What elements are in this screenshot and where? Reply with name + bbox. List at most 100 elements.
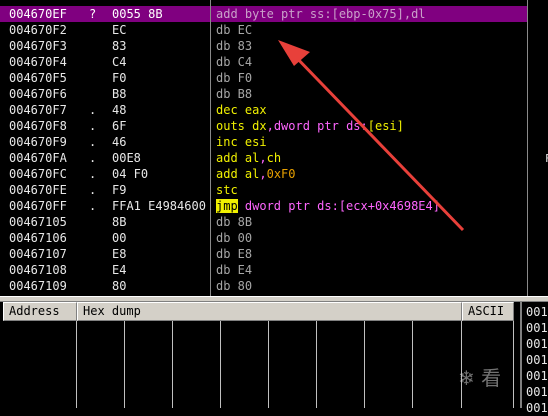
disasm-row[interactable]: 004670F3 83 db 83 xyxy=(0,38,527,54)
disasm-instruction: db F0 xyxy=(216,70,524,86)
hex-dump-pane[interactable]: Address Hex dump ASCII xyxy=(0,302,520,408)
disasm-row[interactable]: 004670F4 C4 db C4 xyxy=(0,54,527,70)
stack-address[interactable]: 001 xyxy=(526,336,548,352)
disasm-hex-bytes: C4 xyxy=(112,55,127,69)
disasm-hex-bytes: EC xyxy=(112,23,127,37)
disasm-instruction: add al,0xF0 xyxy=(216,166,524,182)
stack-address[interactable]: 001 xyxy=(526,352,548,368)
registers-pane-edge[interactable]: 1F xyxy=(527,0,548,296)
disasm-hex-bytes: 46 xyxy=(112,135,127,149)
ascii-column-header[interactable]: ASCII xyxy=(462,302,514,321)
disasm-row[interactable]: 004670F9. 46 inc esi xyxy=(0,134,527,150)
disasm-row[interactable]: 00467105 8B db 8B xyxy=(0,214,527,230)
disasm-marker xyxy=(89,86,103,102)
disasm-marker: ? xyxy=(89,7,97,21)
disasm-row[interactable]: 004670FC. 04 F0 add al,0xF0 xyxy=(0,166,527,182)
disasm-marker xyxy=(89,230,103,246)
disasm-hex-bytes: 00 xyxy=(112,231,127,245)
disasm-hex-bytes: E4 xyxy=(112,263,127,277)
disasm-hex-bytes: 0055 8B xyxy=(112,7,163,21)
disasm-address: 004670F7 xyxy=(9,103,67,117)
stack-address[interactable]: 001 xyxy=(526,368,548,384)
disasm-row[interactable]: 004670FF. FFA1 E4984600 jmp dword ptr ds:[… xyxy=(0,198,527,214)
disasm-instruction: inc esi xyxy=(216,134,524,150)
disasm-column-separator[interactable] xyxy=(210,0,211,296)
dump-column-divider xyxy=(316,321,317,408)
disasm-row[interactable]: 00467107 E8 db E8 xyxy=(0,246,527,262)
instruction-token: [esi] xyxy=(367,119,404,133)
disasm-instruction: db E8 xyxy=(216,246,524,262)
stack-address[interactable]: 001 xyxy=(526,304,548,320)
instruction-token: ,dword ptr ds: xyxy=(266,119,368,133)
disasm-instruction: db 80 xyxy=(216,278,524,294)
dump-column-divider xyxy=(76,321,77,408)
stack-address[interactable]: 001 xyxy=(526,320,548,336)
disassembly-pane[interactable]: 004670EF? 0055 8B add byte ptr ss:[ebp-0x7… xyxy=(0,0,527,296)
disasm-row[interactable]: 004670F5 F0 db F0 xyxy=(0,70,527,86)
disasm-row[interactable]: 004670F8. 6F outs dx,dword ptr ds:[esi] xyxy=(0,118,527,134)
disasm-address: 004670F5 xyxy=(9,71,67,85)
disasm-instruction: stc xyxy=(216,182,524,198)
disasm-instruction: jmp dword ptr ds:[ecx+0x4698E4] xyxy=(216,198,524,214)
instruction-token: , xyxy=(259,167,267,181)
disasm-address: 004670FF xyxy=(9,199,67,213)
disasm-hex-bytes: F0 xyxy=(112,71,127,85)
dump-column-divider xyxy=(364,321,365,408)
instruction-token: ch xyxy=(266,151,282,165)
address-column-header[interactable]: Address xyxy=(3,302,77,321)
disasm-row[interactable]: 004670EF? 0055 8B add byte ptr ss:[ebp-0x7… xyxy=(0,6,527,22)
disasm-row[interactable]: 004670F2 EC db EC xyxy=(0,22,527,38)
stack-pane[interactable]: 001 001 001 001 001 001 001 xyxy=(520,302,548,415)
disasm-row[interactable]: 004670FA. 00E8 add al,ch xyxy=(0,150,527,166)
disasm-marker xyxy=(89,70,103,86)
disasm-row[interactable]: 004670F7. 48 dec eax xyxy=(0,102,527,118)
disasm-marker xyxy=(89,246,103,262)
disasm-marker: . xyxy=(89,103,97,117)
instruction-token: dec xyxy=(216,103,238,117)
disasm-address: 004670EF xyxy=(9,7,67,21)
disasm-hex-bytes: 8B xyxy=(112,215,127,229)
disasm-row[interactable]: 00467108 E4 db E4 xyxy=(0,262,527,278)
disasm-row[interactable]: 004670FE. F9 stc xyxy=(0,182,527,198)
instruction-token: db 00 xyxy=(216,231,253,245)
instruction-token: dword ptr ds:[ecx+0x4698E4] xyxy=(237,199,440,213)
disasm-address: 00467107 xyxy=(9,247,67,261)
disasm-instruction: db B8 xyxy=(216,86,524,102)
disasm-hex-bytes: B8 xyxy=(112,87,127,101)
disasm-instruction: db EC xyxy=(216,22,524,38)
stack-address[interactable]: 001 xyxy=(526,384,548,400)
disasm-row[interactable]: 00467106 00 db 00 xyxy=(0,230,527,246)
instruction-token: eax xyxy=(244,103,267,117)
instruction-token: inc xyxy=(216,135,238,149)
disasm-instruction: add al,ch xyxy=(216,150,524,166)
instruction-token: add byte ptr ss:[ebp-0x75],dl xyxy=(216,7,426,21)
disasm-instruction: db 00 xyxy=(216,230,524,246)
instruction-token: db EC xyxy=(216,23,253,37)
disasm-row[interactable]: 00467109 80 db 80 xyxy=(0,278,527,294)
instruction-token xyxy=(238,135,245,149)
disasm-instruction: dec eax xyxy=(216,102,524,118)
hex-dump-column-header[interactable]: Hex dump xyxy=(77,302,462,321)
stack-address[interactable]: 001 xyxy=(526,400,548,416)
instruction-token: db E8 xyxy=(216,247,253,261)
disasm-address: 00467106 xyxy=(9,231,67,245)
disasm-hex-bytes: F9 xyxy=(112,183,127,197)
disasm-instruction: db E4 xyxy=(216,262,524,278)
instruction-token: stc xyxy=(216,183,238,197)
instruction-token: db E4 xyxy=(216,263,253,277)
disasm-row[interactable]: 004670F6 B8 db B8 xyxy=(0,86,527,102)
disasm-marker xyxy=(89,38,103,54)
disasm-instruction: db 83 xyxy=(216,38,524,54)
disasm-address: 004670F6 xyxy=(9,87,67,101)
disasm-marker xyxy=(89,54,103,70)
dump-column-divider xyxy=(268,321,269,408)
disasm-marker xyxy=(89,22,103,38)
instruction-token xyxy=(238,151,245,165)
disasm-marker xyxy=(89,262,103,278)
disasm-instruction: db C4 xyxy=(216,54,524,70)
disasm-marker: . xyxy=(89,119,97,133)
disasm-instruction: add byte ptr ss:[ebp-0x75],dl xyxy=(216,6,524,22)
disasm-hex-bytes: FFA1 E4984600 xyxy=(112,199,206,213)
disasm-address: 004670FA xyxy=(9,151,67,165)
instruction-token: , xyxy=(259,151,267,165)
